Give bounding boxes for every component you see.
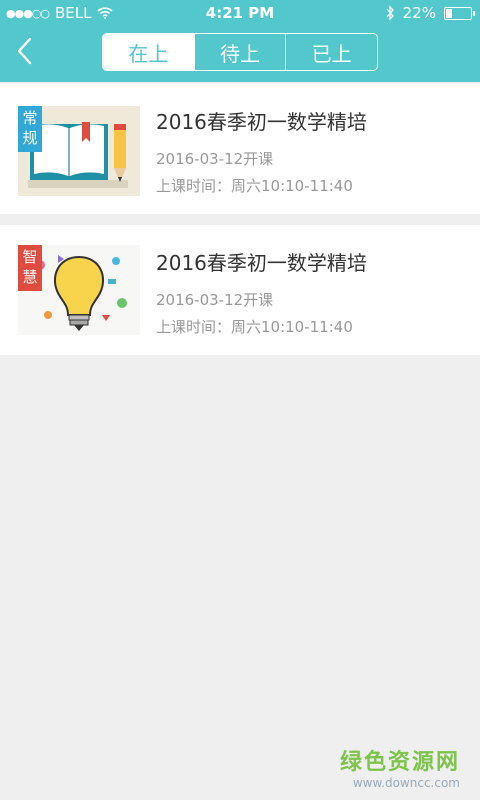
course-card[interactable]: 智慧 2016春季初一数学精培 2016-03-12开课 上课时间：周六10:1… <box>0 225 480 355</box>
battery-percent: 22% <box>402 4 436 22</box>
course-status-tabs: 在上 待上 已上 <box>102 33 378 71</box>
status-bar: ●●●○○ BELL 4:21 PM 22% <box>0 0 480 26</box>
course-start-date: 2016-03-12开课 <box>156 150 274 168</box>
course-start-date: 2016-03-12开课 <box>156 291 274 309</box>
watermark-title: 绿色资源网 <box>339 750 460 775</box>
course-schedule: 上课时间：周六10:10-11:40 <box>156 318 353 336</box>
course-title: 2016春季初一数学精培 <box>156 251 367 275</box>
course-type-badge: 智慧 <box>18 245 42 291</box>
chevron-left-icon <box>17 37 32 65</box>
status-right: 22% <box>385 4 475 22</box>
course-card[interactable]: 常规 2016春季初一数学精培 2016-03-12开课 上课时间：周六10:1… <box>0 84 480 214</box>
bluetooth-icon <box>386 5 394 21</box>
watermark-url: www.downcc.com <box>352 776 460 790</box>
battery-icon <box>444 6 475 20</box>
tab-ongoing[interactable]: 在上 <box>103 34 194 70</box>
course-schedule: 上课时间：周六10:10-11:40 <box>156 177 353 195</box>
course-thumbnail-idea: 智慧 <box>18 245 140 335</box>
course-type-badge: 常规 <box>18 106 42 152</box>
tab-finished[interactable]: 已上 <box>285 34 377 70</box>
top-header: ●●●○○ BELL 4:21 PM 22% 在上 待上 已上 <box>0 0 480 82</box>
site-watermark: 绿色资源网 www.downcc.com <box>340 744 460 790</box>
battery-fill <box>446 8 452 18</box>
course-title: 2016春季初一数学精培 <box>156 110 367 134</box>
course-thumbnail-book: 常规 <box>18 106 140 196</box>
back-button[interactable] <box>12 36 42 66</box>
tab-upcoming[interactable]: 待上 <box>193 34 286 70</box>
